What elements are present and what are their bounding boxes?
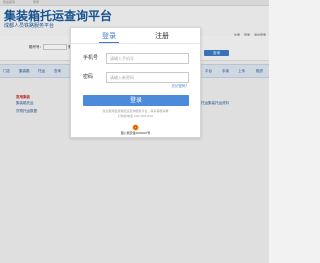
forgot-password-link[interactable]: 忘记密码？ [172,84,190,89]
password-input[interactable] [106,72,189,83]
notice-text: 打热线电话 400-000-000 [117,114,154,118]
login-modal: 登录 注册 手机号 密码 忘记密码？ 登录 欢迎使用集装箱托运查询服务平台，联系… [70,27,201,138]
login-button[interactable]: 登录 [83,95,189,106]
password-label: 密码 [83,74,94,80]
police-record-text: 蜀公网安备000000号 [120,131,151,135]
tab-login[interactable]: 登录 [102,32,116,41]
phone-input[interactable] [106,53,189,64]
police-badge-icon [132,124,139,131]
notice-text: 欢迎使用集装箱托运查询服务平台，联系客服请拨 [102,109,169,113]
tab-register[interactable]: 注册 [155,32,169,41]
phone-label: 手机号 [83,55,99,61]
tab-divider [71,43,200,44]
